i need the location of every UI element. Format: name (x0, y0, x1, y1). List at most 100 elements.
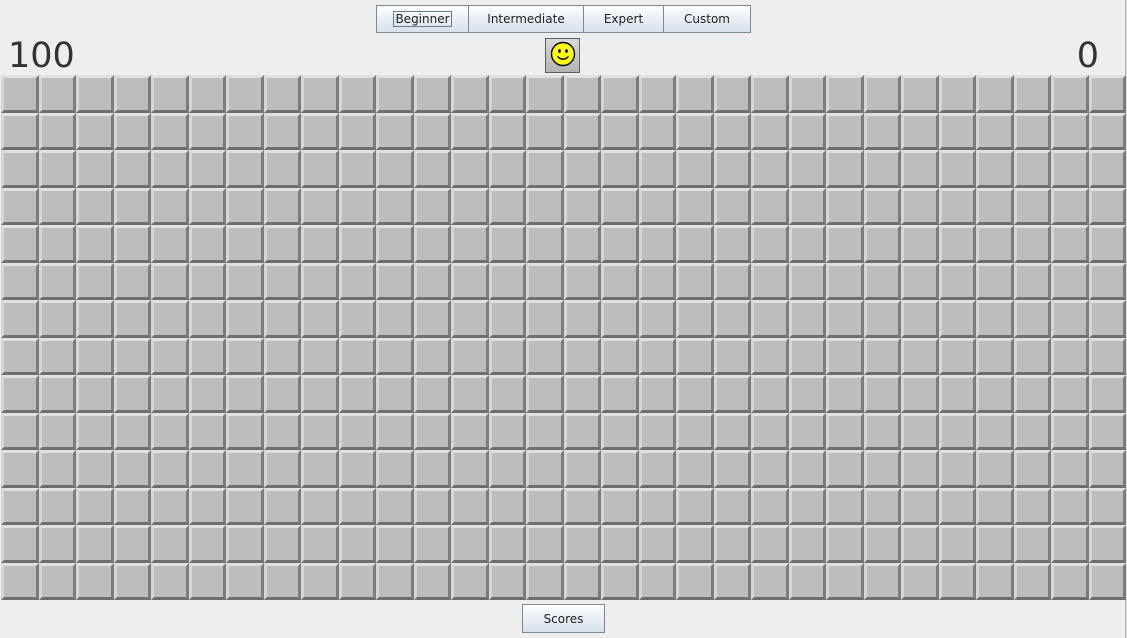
grid-cell[interactable] (938, 112, 976, 150)
grid-cell[interactable] (788, 450, 826, 488)
grid-cell[interactable] (863, 450, 901, 488)
grid-cell[interactable] (338, 562, 376, 600)
grid-cell[interactable] (188, 112, 226, 150)
grid-cell[interactable] (976, 525, 1014, 563)
grid-cell[interactable] (826, 487, 864, 525)
grid-cell[interactable] (488, 75, 526, 113)
grid-cell[interactable] (901, 562, 939, 600)
grid-cell[interactable] (938, 225, 976, 263)
grid-cell[interactable] (526, 525, 564, 563)
intermediate-button[interactable]: Intermediate (468, 5, 584, 33)
grid-cell[interactable] (563, 562, 601, 600)
grid-cell[interactable] (376, 262, 414, 300)
grid-cell[interactable] (563, 525, 601, 563)
grid-cell[interactable] (976, 450, 1014, 488)
beginner-button[interactable]: Beginner (376, 5, 469, 33)
grid-cell[interactable] (263, 75, 301, 113)
grid-cell[interactable] (563, 112, 601, 150)
grid-cell[interactable] (1013, 562, 1051, 600)
grid-cell[interactable] (1013, 75, 1051, 113)
grid-cell[interactable] (451, 300, 489, 338)
grid-cell[interactable] (1051, 337, 1089, 375)
grid-cell[interactable] (863, 112, 901, 150)
grid-cell[interactable] (938, 487, 976, 525)
grid-cell[interactable] (1051, 150, 1089, 188)
grid-cell[interactable] (263, 337, 301, 375)
grid-cell[interactable] (413, 562, 451, 600)
grid-cell[interactable] (413, 337, 451, 375)
grid-cell[interactable] (488, 300, 526, 338)
grid-cell[interactable] (413, 187, 451, 225)
grid-cell[interactable] (188, 412, 226, 450)
grid-cell[interactable] (826, 412, 864, 450)
grid-cell[interactable] (901, 112, 939, 150)
grid-cell[interactable] (1013, 225, 1051, 263)
grid-cell[interactable] (601, 562, 639, 600)
grid-cell[interactable] (1051, 75, 1089, 113)
grid-cell[interactable] (1088, 300, 1126, 338)
grid-cell[interactable] (151, 562, 189, 600)
grid-cell[interactable] (938, 375, 976, 413)
grid-cell[interactable] (113, 300, 151, 338)
grid-cell[interactable] (188, 262, 226, 300)
grid-cell[interactable] (1013, 300, 1051, 338)
grid-cell[interactable] (76, 525, 114, 563)
grid-cell[interactable] (601, 75, 639, 113)
grid-cell[interactable] (338, 300, 376, 338)
grid-cell[interactable] (451, 487, 489, 525)
grid-cell[interactable] (976, 337, 1014, 375)
grid-cell[interactable] (301, 412, 339, 450)
grid-cell[interactable] (901, 262, 939, 300)
grid-cell[interactable] (788, 525, 826, 563)
grid-cell[interactable] (676, 450, 714, 488)
grid-cell[interactable] (451, 262, 489, 300)
grid-cell[interactable] (113, 525, 151, 563)
grid-cell[interactable] (676, 112, 714, 150)
grid-cell[interactable] (751, 450, 789, 488)
grid-cell[interactable] (788, 337, 826, 375)
grid-cell[interactable] (863, 75, 901, 113)
grid-cell[interactable] (751, 562, 789, 600)
grid-cell[interactable] (1051, 375, 1089, 413)
grid-cell[interactable] (713, 75, 751, 113)
grid-cell[interactable] (1013, 525, 1051, 563)
grid-cell[interactable] (488, 487, 526, 525)
grid-cell[interactable] (1013, 375, 1051, 413)
grid-cell[interactable] (713, 337, 751, 375)
grid-cell[interactable] (113, 562, 151, 600)
grid-cell[interactable] (751, 187, 789, 225)
grid-cell[interactable] (1013, 262, 1051, 300)
grid-cell[interactable] (976, 187, 1014, 225)
grid-cell[interactable] (263, 450, 301, 488)
grid-cell[interactable] (601, 112, 639, 150)
grid-cell[interactable] (488, 412, 526, 450)
grid-cell[interactable] (563, 337, 601, 375)
grid-cell[interactable] (638, 300, 676, 338)
grid-cell[interactable] (76, 300, 114, 338)
grid-cell[interactable] (863, 262, 901, 300)
grid-cell[interactable] (788, 487, 826, 525)
grid-cell[interactable] (376, 412, 414, 450)
grid-cell[interactable] (901, 187, 939, 225)
grid-cell[interactable] (76, 225, 114, 263)
grid-cell[interactable] (1088, 75, 1126, 113)
grid-cell[interactable] (826, 450, 864, 488)
grid-cell[interactable] (301, 225, 339, 263)
grid-cell[interactable] (713, 187, 751, 225)
grid-cell[interactable] (263, 562, 301, 600)
grid-cell[interactable] (1, 225, 39, 263)
grid-cell[interactable] (413, 75, 451, 113)
grid-cell[interactable] (338, 150, 376, 188)
grid-cell[interactable] (488, 187, 526, 225)
grid-cell[interactable] (413, 487, 451, 525)
grid-cell[interactable] (976, 225, 1014, 263)
grid-cell[interactable] (38, 300, 76, 338)
grid-cell[interactable] (601, 450, 639, 488)
grid-cell[interactable] (451, 450, 489, 488)
grid-cell[interactable] (638, 412, 676, 450)
grid-cell[interactable] (263, 187, 301, 225)
grid-cell[interactable] (338, 525, 376, 563)
grid-cell[interactable] (713, 525, 751, 563)
grid-cell[interactable] (563, 150, 601, 188)
grid-cell[interactable] (826, 75, 864, 113)
